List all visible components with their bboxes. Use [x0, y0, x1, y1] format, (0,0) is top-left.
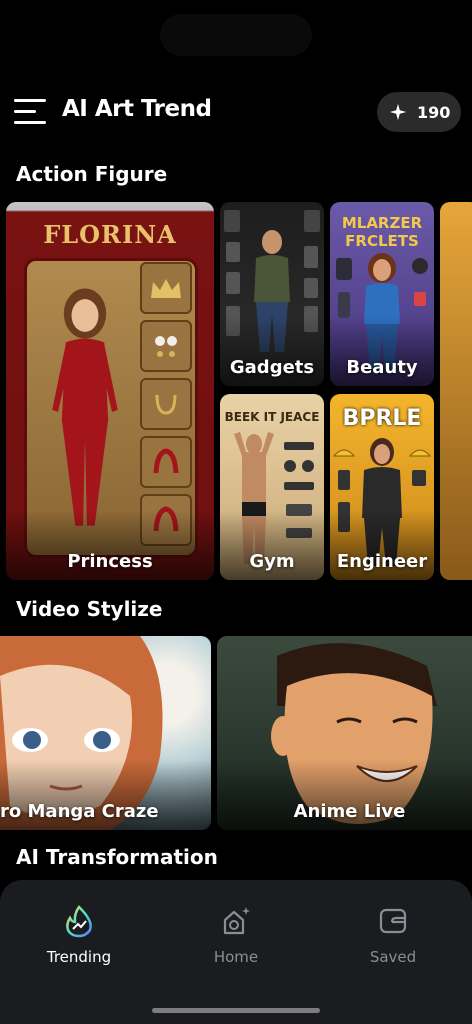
- princess-figure: [52, 288, 118, 526]
- home-indicator: [152, 1008, 320, 1013]
- dynamic-island: [160, 14, 312, 56]
- section-title-action-figure: Action Figure: [16, 162, 168, 186]
- earrings-icon: [155, 336, 177, 357]
- jewelry-icon: [155, 394, 177, 415]
- tile-beauty[interactable]: MLARZER FRCLETS Beauty: [330, 202, 434, 386]
- tile-partial[interactable]: [440, 202, 472, 580]
- nav-item-saved[interactable]: Saved: [333, 904, 453, 966]
- bottom-nav: Trending Home Saved: [0, 880, 472, 1024]
- tile-gym[interactable]: BEEK IT JEACE Gym: [220, 394, 324, 580]
- shoe-icon: [153, 448, 179, 474]
- tile-engineer[interactable]: BPRLE Engineer: [330, 394, 434, 580]
- tile-label: Beauty: [346, 357, 418, 378]
- trending-icon: [66, 905, 92, 938]
- tile-label: Princess: [67, 551, 153, 572]
- nav-item-home[interactable]: Home: [176, 904, 296, 966]
- section-title-ai-transformation: AI Transformation: [16, 845, 218, 869]
- tile-label: Gadgets: [229, 357, 315, 378]
- menu-icon[interactable]: [14, 96, 48, 126]
- tile-anime-live[interactable]: Anime Live: [217, 636, 472, 830]
- nav-item-trending[interactable]: Trending: [19, 904, 139, 966]
- package-text: FLORINA: [43, 220, 177, 249]
- tile-label: Gym: [249, 551, 295, 572]
- app-header: AI Art Trend 190: [0, 92, 472, 132]
- credits-badge[interactable]: 190: [377, 92, 461, 132]
- tile-label: ro Manga Craze: [0, 801, 159, 822]
- nav-label: Trending: [46, 948, 112, 966]
- tile-princess[interactable]: FLORINA Princess: [6, 202, 214, 580]
- app-title: AI Art Trend: [62, 96, 212, 122]
- tile-manga-craze[interactable]: ro Manga Craze: [0, 636, 211, 830]
- sparkle-icon: [389, 103, 407, 121]
- saved-icon: [379, 908, 407, 934]
- section-title-video-stylize: Video Stylize: [16, 597, 163, 621]
- tile-label: Engineer: [336, 551, 428, 572]
- nav-label: Home: [213, 948, 259, 966]
- nav-label: Saved: [369, 948, 417, 966]
- tile-label: Anime Live: [293, 801, 406, 822]
- home-sparkle-icon: [223, 907, 250, 935]
- credits-count: 190: [417, 102, 451, 122]
- accessory-slots: [140, 262, 192, 552]
- crown-icon: [151, 279, 181, 298]
- tile-gadgets[interactable]: Gadgets: [220, 202, 324, 386]
